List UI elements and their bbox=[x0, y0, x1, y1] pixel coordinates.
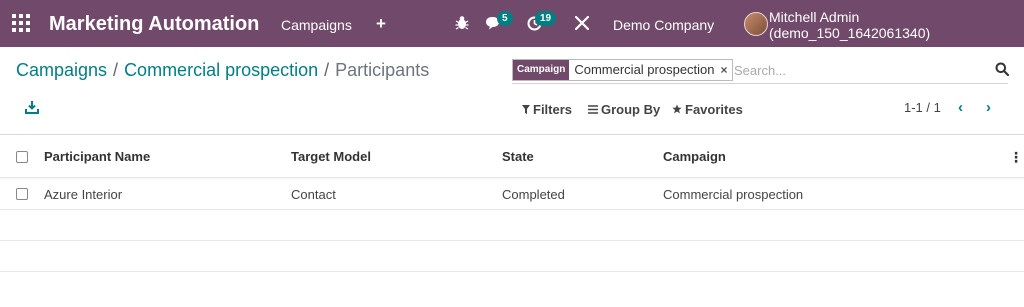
cell-participant-name: Azure Interior bbox=[44, 187, 123, 202]
pager-value[interactable]: 1-1 / 1 bbox=[904, 100, 941, 116]
empty-row bbox=[0, 241, 1024, 272]
favorites-button[interactable]: Favorites bbox=[672, 101, 743, 117]
empty-row bbox=[0, 272, 1024, 303]
cell-campaign: Commercial prospection bbox=[663, 187, 804, 202]
app-title[interactable]: Marketing Automation bbox=[49, 12, 259, 36]
debug-tools-icon[interactable] bbox=[574, 15, 590, 31]
filter-icon bbox=[522, 104, 530, 114]
search-facet: Campaign Commercial prospection × bbox=[512, 59, 733, 81]
filters-label: Filters bbox=[533, 101, 573, 117]
plus-icon[interactable]: + bbox=[376, 14, 386, 34]
company-switcher[interactable]: Demo Company bbox=[613, 16, 714, 33]
facet-label: Campaign bbox=[513, 60, 570, 80]
cell-state: Completed bbox=[502, 187, 565, 202]
table-row[interactable]: Azure Interior Contact Completed Commerc… bbox=[0, 179, 1024, 210]
row-checkbox[interactable] bbox=[16, 188, 28, 200]
breadcrumb: Campaigns / Commercial prospection / Par… bbox=[16, 60, 429, 82]
user-avatar[interactable] bbox=[744, 12, 768, 36]
breadcrumb-current: Participants bbox=[335, 60, 430, 80]
breadcrumb-separator: / bbox=[113, 60, 119, 80]
column-participant-name[interactable]: Participant Name bbox=[44, 149, 150, 164]
user-menu[interactable]: Mitchell Admin (demo_150_1642061340) bbox=[769, 9, 1024, 41]
group-by-icon bbox=[588, 104, 598, 114]
menu-campaigns[interactable]: Campaigns bbox=[281, 16, 352, 33]
pager-next-button[interactable]: › bbox=[986, 99, 1000, 116]
search-input[interactable] bbox=[734, 61, 974, 79]
participants-table: Participant Name Target Model State Camp… bbox=[0, 134, 1024, 307]
breadcrumb-campaigns[interactable]: Campaigns bbox=[16, 60, 107, 82]
download-icon[interactable] bbox=[25, 100, 39, 114]
top-navbar: Marketing Automation Campaigns + 5 19 De… bbox=[0, 0, 1024, 47]
facet-remove-icon[interactable]: × bbox=[721, 60, 732, 80]
optional-columns-icon[interactable]: ⋮ bbox=[1009, 149, 1023, 166]
group-by-label: Group By bbox=[601, 101, 661, 117]
breadcrumb-separator: / bbox=[324, 60, 330, 80]
filters-button[interactable]: Filters bbox=[522, 101, 572, 117]
favorites-label: Favorites bbox=[685, 101, 743, 117]
activity-badge: 19 bbox=[535, 11, 557, 26]
breadcrumb-campaign[interactable]: Commercial prospection bbox=[124, 60, 318, 82]
apps-menu-icon[interactable] bbox=[12, 14, 30, 32]
column-campaign[interactable]: Campaign bbox=[663, 149, 726, 164]
empty-row bbox=[0, 210, 1024, 241]
table-header: Participant Name Target Model State Camp… bbox=[0, 135, 1024, 178]
bug-icon[interactable] bbox=[455, 15, 469, 31]
group-by-button[interactable]: Group By bbox=[588, 101, 660, 117]
column-state[interactable]: State bbox=[502, 149, 534, 164]
star-icon bbox=[672, 104, 682, 114]
facet-value: Commercial prospection bbox=[574, 62, 715, 77]
search-icon[interactable] bbox=[995, 62, 1010, 77]
pager-previous-button[interactable]: ‹ bbox=[958, 99, 972, 116]
cell-target-model: Contact bbox=[291, 187, 336, 202]
search-box: Campaign Commercial prospection × bbox=[512, 58, 1010, 84]
select-all-checkbox[interactable] bbox=[16, 151, 28, 163]
column-target-model[interactable]: Target Model bbox=[291, 149, 371, 164]
chat-badge: 5 bbox=[497, 11, 513, 26]
